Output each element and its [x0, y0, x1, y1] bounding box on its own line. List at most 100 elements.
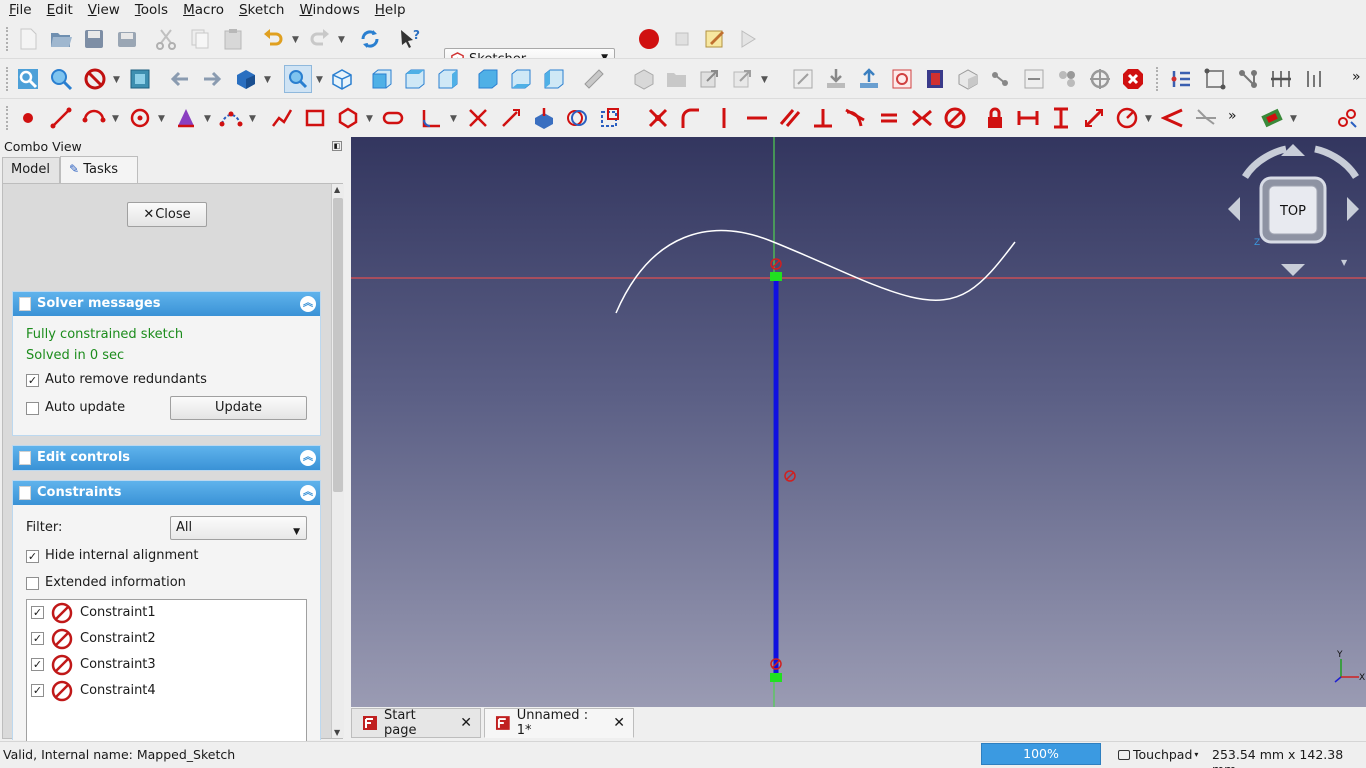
menu-edit[interactable]: Edit — [38, 0, 79, 20]
constrain-horizontal-distance-icon[interactable] — [1016, 106, 1040, 130]
zoom-icon[interactable] — [284, 65, 312, 93]
create-part-icon[interactable] — [632, 67, 656, 91]
rectangle-icon[interactable] — [303, 106, 327, 130]
slot-icon[interactable] — [381, 106, 405, 130]
std-views-dropdown-icon[interactable]: ▼ — [264, 75, 271, 85]
list-item[interactable]: ✓ Constraint4 — [27, 678, 306, 704]
tab-start-page[interactable]: Start page ✕ — [351, 708, 481, 738]
close-icon[interactable]: ✕ — [460, 715, 472, 731]
toolbar-grip[interactable] — [6, 67, 10, 91]
stop-macro-icon[interactable] — [670, 27, 694, 51]
constraints-header[interactable]: Constraints ︽ — [13, 481, 320, 505]
radius-dropdown-icon[interactable]: ▼ — [1145, 114, 1152, 124]
collapse-icon[interactable]: ︽ — [300, 450, 316, 466]
view-isometric-icon[interactable] — [330, 67, 354, 91]
cut-icon[interactable] — [154, 27, 178, 51]
constrain-lock-icon[interactable] — [983, 106, 1007, 130]
point-icon[interactable] — [16, 106, 40, 130]
carbon-copy-icon[interactable] — [565, 106, 589, 130]
toggle-construction-icon[interactable] — [1260, 106, 1284, 130]
bspline-tools-icon[interactable] — [1335, 106, 1359, 130]
collapse-icon[interactable]: ︽ — [300, 485, 316, 501]
polygon-icon[interactable] — [336, 106, 360, 130]
select-redundant-icon[interactable] — [1236, 67, 1260, 91]
view-rear-icon[interactable] — [476, 67, 500, 91]
copy-icon[interactable] — [188, 27, 212, 51]
trim-icon[interactable] — [466, 106, 490, 130]
link-dropdown-icon[interactable]: ▼ — [761, 75, 768, 85]
constrain-equal-icon[interactable] — [877, 106, 901, 130]
undo-dropdown-icon[interactable]: ▼ — [292, 35, 299, 45]
forward-icon[interactable] — [200, 67, 224, 91]
whats-this-icon[interactable]: ? — [398, 27, 422, 51]
list-item[interactable]: ✓ Constraint1 — [27, 600, 306, 626]
select-origin-icon[interactable] — [1203, 67, 1227, 91]
measure-icon[interactable] — [582, 67, 606, 91]
zoom-dropdown-icon[interactable]: ▼ — [316, 75, 323, 85]
constrain-block-icon[interactable] — [943, 106, 967, 130]
navigation-cube[interactable]: TOP ▼ Z — [1228, 137, 1359, 276]
line-icon[interactable] — [49, 106, 73, 130]
task-panel-scrollbar[interactable]: ▲ ▼ — [331, 184, 344, 738]
3d-view[interactable]: TOP ▼ Z Y X — [351, 137, 1366, 707]
close-sketch-icon[interactable] — [1121, 67, 1145, 91]
menu-tools[interactable]: Tools — [126, 0, 174, 20]
leave-sketch-view-icon[interactable] — [923, 67, 947, 91]
collapse-icon[interactable]: ︽ — [300, 296, 316, 312]
constrain-perpendicular-icon[interactable] — [811, 106, 835, 130]
constrain-radius-icon[interactable] — [1115, 106, 1139, 130]
list-item[interactable]: ✓ Constraint3 — [27, 652, 306, 678]
validate-sketch-icon[interactable] — [989, 67, 1013, 91]
menu-sketch[interactable]: Sketch — [230, 0, 291, 20]
select-horizontal-axis-icon[interactable] — [1269, 67, 1293, 91]
fit-selection-icon[interactable] — [49, 67, 73, 91]
auto-remove-checkbox[interactable]: ✓ — [26, 374, 39, 387]
solver-messages-header[interactable]: Solver messages ︽ — [13, 292, 320, 316]
view-right-icon[interactable] — [436, 67, 460, 91]
constrain-parallel-icon[interactable] — [778, 106, 802, 130]
bspline-dropdown-icon[interactable]: ▼ — [249, 114, 256, 124]
record-macro-icon[interactable] — [637, 27, 661, 51]
tab-model[interactable]: Model — [2, 157, 60, 183]
constrain-tangent-icon[interactable] — [844, 106, 868, 130]
fit-all-icon[interactable] — [16, 67, 40, 91]
arc-dropdown-icon[interactable]: ▼ — [112, 114, 119, 124]
constrain-vertical-icon[interactable] — [712, 106, 736, 130]
view-left-icon[interactable] — [542, 67, 566, 91]
sketch-new-icon[interactable] — [791, 67, 815, 91]
conic-icon[interactable] — [174, 106, 198, 130]
view-front-icon[interactable] — [370, 67, 394, 91]
menu-windows[interactable]: Windows — [290, 0, 365, 20]
sketch-view-icon[interactable] — [956, 67, 980, 91]
external-geometry-icon[interactable] — [532, 106, 556, 130]
constrain-coincident-icon[interactable] — [646, 106, 670, 130]
navigation-style-button[interactable]: Touchpad ▾ — [1118, 747, 1198, 762]
update-button[interactable]: Update — [170, 396, 307, 420]
export-icon[interactable] — [857, 67, 881, 91]
menu-macro[interactable]: Macro — [174, 0, 230, 20]
reorient-sketch-icon[interactable] — [1088, 67, 1112, 91]
constraint-visible-checkbox[interactable]: ✓ — [31, 658, 44, 671]
constrain-vertical-distance-icon[interactable] — [1049, 106, 1073, 130]
fillet-dropdown-icon[interactable]: ▼ — [450, 114, 457, 124]
constraint-visible-checkbox[interactable]: ✓ — [31, 606, 44, 619]
close-button[interactable]: ✕ Close — [127, 202, 207, 227]
bounding-box-icon[interactable] — [128, 67, 152, 91]
new-file-icon[interactable] — [16, 27, 40, 51]
scroll-down-icon[interactable]: ▼ — [334, 728, 340, 737]
constraint-visible-checkbox[interactable]: ✓ — [31, 684, 44, 697]
construction-mode-icon[interactable] — [598, 106, 622, 130]
circle-icon[interactable] — [128, 106, 152, 130]
menu-help[interactable]: Help — [366, 0, 412, 20]
constrain-distance-icon[interactable] — [1082, 106, 1106, 130]
link-actions-icon[interactable] — [731, 67, 755, 91]
redo-icon[interactable] — [308, 27, 332, 51]
toolbar-overflow-icon[interactable]: » — [1352, 69, 1361, 85]
tab-tasks[interactable]: ✎ Tasks — [60, 156, 138, 183]
list-item[interactable]: ✓ Constraint2 — [27, 626, 306, 652]
draw-style-dropdown-icon[interactable]: ▼ — [113, 75, 120, 85]
view-section-icon[interactable] — [890, 67, 914, 91]
constrain-angle-icon[interactable] — [1161, 106, 1185, 130]
toolbar-grip[interactable] — [6, 27, 10, 51]
polygon-dropdown-icon[interactable]: ▼ — [366, 114, 373, 124]
